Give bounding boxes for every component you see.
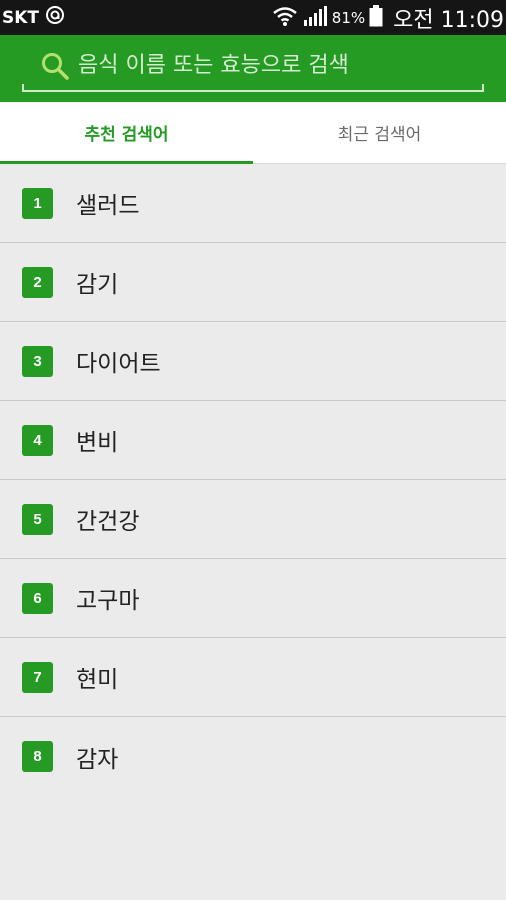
search-bar: [0, 35, 506, 102]
sync-icon: [45, 5, 65, 30]
search-underline-left-tick: [22, 84, 24, 92]
rank-badge: 4: [22, 424, 53, 456]
rank-badge: 1: [22, 187, 53, 219]
status-bar: SKT 81% 오전 11:09: [0, 0, 506, 35]
list-item[interactable]: 1 샐러드: [0, 164, 506, 243]
list-item[interactable]: 6 고구마: [0, 559, 506, 638]
item-label: 간건강: [76, 509, 140, 535]
clock: 오전 11:09: [393, 7, 504, 33]
list-item[interactable]: 5 간건강: [0, 480, 506, 559]
item-label: 감기: [76, 272, 119, 298]
carrier-label: SKT: [2, 7, 40, 28]
item-label: 다이어트: [76, 351, 161, 377]
list-item[interactable]: 3 다이어트: [0, 322, 506, 401]
item-label: 현미: [76, 667, 119, 693]
signal-icon: [302, 5, 328, 31]
search-icon: [42, 52, 69, 80]
search-underline-right-tick: [482, 84, 484, 92]
list-item[interactable]: 7 현미: [0, 638, 506, 717]
rank-badge: 6: [22, 582, 53, 614]
tab-bar: 추천 검색어 최근 검색어: [0, 102, 506, 164]
search-field[interactable]: [22, 47, 484, 92]
rank-badge: 3: [22, 345, 53, 377]
rank-badge: 8: [22, 741, 53, 772]
battery-icon: [369, 4, 383, 31]
rank-badge: 7: [22, 661, 53, 693]
wifi-icon: [272, 5, 298, 31]
rank-badge: 2: [22, 266, 53, 298]
list-item[interactable]: 8 감자: [0, 717, 506, 796]
tab-recent[interactable]: 최근 검색어: [253, 102, 506, 163]
list-item[interactable]: 4 변비: [0, 401, 506, 480]
item-label: 변비: [76, 430, 119, 456]
item-label: 감자: [76, 746, 119, 773]
battery-percent: 81%: [331, 8, 366, 27]
recommended-list: 1 샐러드 2 감기 3 다이어트 4 변비 5 간건강 6 고구마 7 현미 …: [0, 164, 506, 796]
status-left: SKT: [2, 5, 65, 30]
item-label: 샐러드: [76, 193, 140, 219]
search-input[interactable]: [78, 53, 484, 78]
list-item[interactable]: 2 감기: [0, 243, 506, 322]
status-right: 81% 오전 11:09: [272, 2, 504, 34]
tab-recommended[interactable]: 추천 검색어: [0, 102, 253, 164]
item-label: 고구마: [76, 588, 140, 614]
rank-badge: 5: [22, 503, 53, 535]
